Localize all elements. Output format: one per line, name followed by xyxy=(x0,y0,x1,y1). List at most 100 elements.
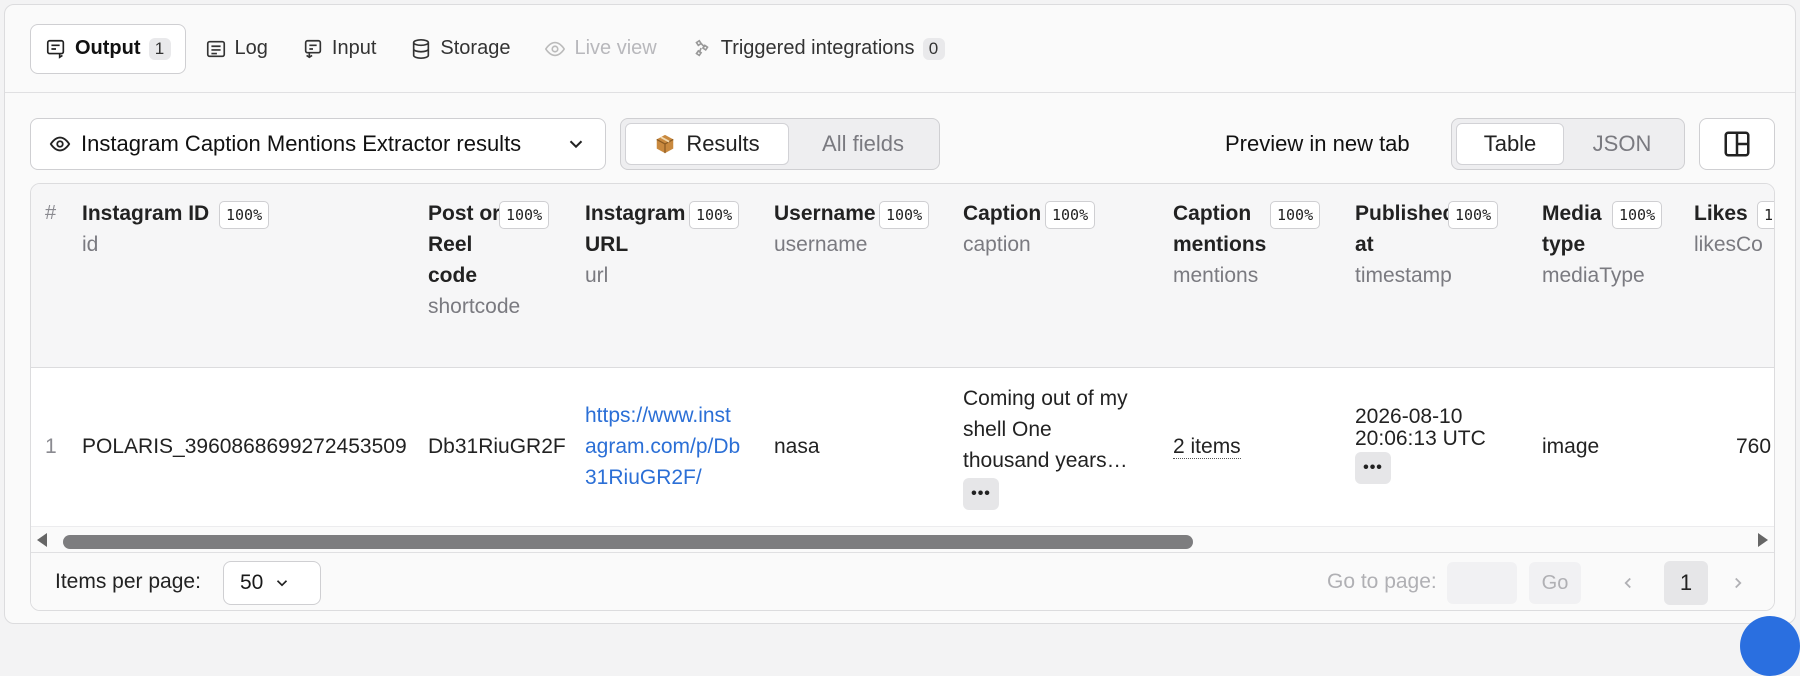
cell-likes: 760 xyxy=(1736,435,1772,458)
fill-badge: 100% xyxy=(499,201,550,229)
view-toggle: Results All fields xyxy=(620,118,940,170)
tab-triggered-integrations[interactable]: Triggered integrations 0 xyxy=(676,24,960,74)
timestamp-line: 20:06:13 UTC xyxy=(1355,427,1486,450)
tab-storage[interactable]: Storage xyxy=(395,24,525,74)
url-line: agram.com/p/Db xyxy=(585,435,741,458)
column-field: mediaType xyxy=(1542,264,1645,287)
column-title: Caption mentions xyxy=(1173,202,1267,256)
help-chat-button[interactable] xyxy=(1740,616,1800,676)
view-results-option[interactable]: Results xyxy=(625,123,789,165)
column-header-url[interactable]: Instagram URL url xyxy=(585,198,689,291)
output-count-badge: 1 xyxy=(148,37,171,60)
horizontal-scrollbar[interactable] xyxy=(31,526,1774,552)
caption-line: shell One xyxy=(963,418,1052,441)
view-results-label: Results xyxy=(686,131,760,156)
dataset-select-label: Instagram Caption Mentions Extractor res… xyxy=(81,131,522,156)
items-per-page-label: Items per page: xyxy=(55,570,201,593)
column-field: id xyxy=(82,233,99,256)
live-view-icon xyxy=(544,38,566,60)
cell-media-type: image xyxy=(1542,435,1600,458)
items-per-page-value: 50 xyxy=(240,571,264,594)
tab-input[interactable]: Input xyxy=(287,24,391,74)
eye-icon xyxy=(49,133,71,155)
instagram-url-link[interactable]: https://www.inst agram.com/p/Db 31RiuGR2… xyxy=(585,400,740,493)
package-icon xyxy=(654,133,676,155)
mentions-items-link[interactable]: 2 items xyxy=(1173,435,1241,459)
table-row[interactable]: 1 POLARIS_3960868699272453509 Db31RiuGR2… xyxy=(31,368,1774,526)
fill-badge: 100% xyxy=(879,201,930,229)
column-title: Username xyxy=(774,202,876,225)
format-toggle: Table JSON xyxy=(1451,118,1685,170)
view-all-fields-option[interactable]: All fields xyxy=(791,123,935,165)
layout-icon xyxy=(1722,129,1752,159)
input-icon xyxy=(302,38,324,60)
tab-live-view[interactable]: Live view xyxy=(529,24,671,74)
fill-badge: 100% xyxy=(689,201,740,229)
fill-badge: 100% xyxy=(1612,201,1663,229)
scroll-left-arrow-icon[interactable] xyxy=(37,533,47,547)
fill-badge: 100% xyxy=(1045,201,1096,229)
tab-triggered-integrations-label: Triggered integrations xyxy=(720,37,915,59)
caption-line: Coming out of my xyxy=(963,387,1128,410)
format-json-option[interactable]: JSON xyxy=(1566,123,1678,165)
scroll-right-arrow-icon[interactable] xyxy=(1758,533,1768,547)
column-header-username[interactable]: Username username xyxy=(774,198,884,260)
format-table-option[interactable]: Table xyxy=(1456,123,1564,165)
column-field: likesCo xyxy=(1694,233,1763,256)
preview-in-new-tab-link[interactable]: Preview in new tab xyxy=(1225,131,1410,157)
integrations-icon xyxy=(691,38,713,60)
column-header-shortcode[interactable]: Post or Reel code shortcode xyxy=(428,198,521,322)
tab-storage-label: Storage xyxy=(440,37,511,59)
go-button[interactable]: Go xyxy=(1529,562,1581,604)
go-to-page-label: Go to page: xyxy=(1327,570,1437,593)
tab-bar: Output 1 Log Input Storage Live view Tri… xyxy=(5,5,1795,93)
cell-url: https://www.inst agram.com/p/Db 31RiuGR2… xyxy=(585,400,740,493)
column-title: Instagram URL xyxy=(585,202,686,256)
index-header: # xyxy=(45,202,57,224)
go-to-page-input[interactable] xyxy=(1447,562,1517,604)
chevron-down-icon xyxy=(273,574,291,592)
column-header-timestamp[interactable]: Published at timestamp xyxy=(1355,198,1455,291)
integrations-count-badge: 0 xyxy=(922,37,945,60)
column-field: url xyxy=(585,264,609,287)
scrollbar-thumb[interactable] xyxy=(63,535,1193,549)
url-line: https://www.inst xyxy=(585,404,731,427)
expand-timestamp-button[interactable]: ••• xyxy=(1355,452,1391,484)
column-header-mentions[interactable]: Caption mentions mentions xyxy=(1173,198,1285,291)
fill-badge: 100% xyxy=(219,201,270,229)
dataset-select[interactable]: Instagram Caption Mentions Extractor res… xyxy=(30,118,606,170)
storage-icon xyxy=(410,38,432,60)
output-icon xyxy=(45,38,67,60)
table-header: # Instagram ID id 100% Post or Reel code… xyxy=(31,184,1774,368)
run-output-panel: Output 1 Log Input Storage Live view Tri… xyxy=(4,4,1796,624)
fill-badge: 10 xyxy=(1757,201,1774,229)
layout-toggle-button[interactable] xyxy=(1699,118,1775,170)
tab-log[interactable]: Log xyxy=(190,24,283,74)
cell-mentions: 2 items xyxy=(1173,431,1241,462)
format-json-label: JSON xyxy=(1592,131,1652,156)
tab-live-view-label: Live view xyxy=(574,37,657,59)
column-field: caption xyxy=(963,233,1031,256)
items-per-page-select[interactable]: 50 xyxy=(223,561,321,605)
column-header-media-type[interactable]: Media type mediaType xyxy=(1542,198,1645,291)
column-field: username xyxy=(774,233,868,256)
previous-page-button[interactable] xyxy=(1613,565,1643,601)
current-page-button[interactable]: 1 xyxy=(1664,561,1708,605)
cell-timestamp: 2026-08-10 20:06:13 UTC ••• xyxy=(1355,406,1486,484)
tab-output-label: Output xyxy=(75,37,141,59)
next-page-button[interactable] xyxy=(1723,565,1753,601)
row-index: 1 xyxy=(45,435,57,458)
view-all-fields-label: All fields xyxy=(822,131,904,156)
format-table-label: Table xyxy=(1483,131,1537,156)
column-field: mentions xyxy=(1173,264,1259,287)
chevron-left-icon xyxy=(1624,577,1631,589)
column-field: shortcode xyxy=(428,295,521,318)
caption-line: thousand years… xyxy=(963,449,1128,472)
expand-caption-button[interactable]: ••• xyxy=(963,477,999,510)
column-title: Post or Reel code xyxy=(428,202,501,287)
fill-badge: 100% xyxy=(1448,201,1499,229)
fill-badge: 100% xyxy=(1270,201,1321,229)
column-field: timestamp xyxy=(1355,264,1452,287)
chevron-down-icon xyxy=(565,133,587,155)
tab-output[interactable]: Output 1 xyxy=(30,23,186,74)
